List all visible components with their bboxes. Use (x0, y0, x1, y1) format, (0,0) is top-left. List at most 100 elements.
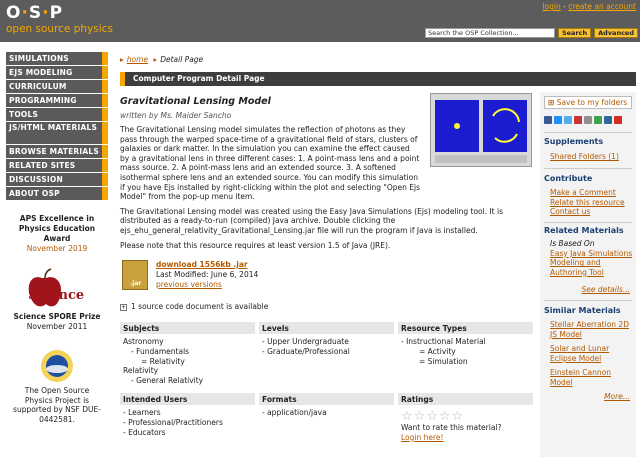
download-link[interactable]: download 1556kb .jar (156, 260, 258, 270)
search-input[interactable] (424, 28, 555, 38)
login-link[interactable]: login (542, 2, 560, 11)
nav-discussion[interactable]: DISCUSSION (6, 173, 108, 186)
more-similar-link[interactable]: More... (604, 392, 630, 401)
share-icons (544, 116, 622, 124)
resource-title: Gravitational Lensing Model (120, 96, 271, 107)
java-requirement-note: Please note that this resource requires … (120, 240, 391, 250)
format-item: - application/java (262, 407, 327, 417)
breadcrumb-current: Detail Page (160, 55, 204, 64)
nsf-support: The Open Source Physics Project is suppo… (6, 348, 108, 424)
search-bar: Search Advanced (424, 28, 638, 38)
similar-material-link[interactable]: Einstein Cannon Model (550, 368, 634, 387)
make-comment-link[interactable]: Make a Comment (550, 188, 634, 198)
supplements-list: Shared Folders (1) (550, 152, 634, 162)
user-item: - Learners (123, 407, 161, 417)
metadata-grid: Subjects Astronomy - Fundamentals = Rela… (120, 322, 534, 446)
nav-related-sites[interactable]: RELATED SITES (6, 159, 108, 172)
nav-ejs-modeling[interactable]: EJS MODELING (6, 66, 108, 79)
subjects-list: Astronomy - Fundamentals = Relativity Re… (120, 334, 255, 389)
breadcrumb-home[interactable]: home (127, 55, 148, 64)
nav-simulations[interactable]: SIMULATIONS (6, 52, 108, 65)
advanced-search-button[interactable]: Advanced (594, 28, 638, 38)
share-icon[interactable] (584, 116, 592, 124)
resource-type-item: = Simulation (419, 356, 468, 366)
subject-item: Relativity (123, 366, 159, 376)
share-icon[interactable] (554, 116, 562, 124)
resource-details: Gravitational Lensing Model written by M… (120, 92, 538, 250)
previous-versions-link[interactable]: previous versions (156, 280, 258, 290)
last-modified: Last Modified: June 6, 2014 (156, 270, 259, 279)
nsf-logo-icon (41, 350, 73, 382)
star-icon[interactable]: ☆ (452, 410, 464, 423)
intended-users-header: Intended Users (120, 392, 255, 405)
nav-programming[interactable]: PROGRAMMING (6, 94, 108, 107)
share-icon[interactable] (604, 116, 612, 124)
subject-item: Astronomy (123, 337, 164, 346)
description-paragraph-2: The Gravitational Lensing model was crea… (120, 206, 503, 235)
see-details-link[interactable]: See details... (581, 285, 630, 294)
jar-file-icon[interactable]: .jar (122, 260, 148, 290)
similar-materials-heading: Similar Materials (544, 306, 621, 315)
resource-types-list: - Instructional Material = Activity = Si… (398, 334, 533, 369)
level-item: - Graduate/Professional (262, 346, 350, 356)
similar-material-link[interactable]: Stellar Aberration 2D JS Model (550, 320, 634, 339)
resource-types-header: Resource Types (398, 322, 533, 334)
rate-question: Want to rate this material? (401, 422, 502, 432)
left-navigation: SIMULATIONS EJS MODELING CURRICULUM PROG… (6, 52, 108, 424)
site-header: O·S·P open source physics login - create… (0, 0, 640, 42)
apple-icon (28, 268, 62, 307)
breadcrumb-arrow-icon: ▸ (153, 55, 158, 64)
search-button[interactable]: Search (557, 28, 592, 38)
level-item: - Upper Undergraduate (262, 337, 349, 346)
related-materials-heading: Related Materials (544, 226, 624, 235)
expand-plus-icon[interactable]: + (120, 303, 127, 311)
ratings-header: Ratings (398, 392, 533, 405)
nav-js-html-materials[interactable]: JS/HTML MATERIALS (6, 122, 108, 144)
create-account-link[interactable]: create an account (568, 2, 636, 11)
star-icon[interactable]: ☆ (426, 410, 438, 423)
save-to-folders-button[interactable]: ⊞ Save to my folders (544, 96, 632, 109)
account-links: login - create an account (542, 2, 636, 11)
logo-letters: O·S·P (6, 3, 64, 23)
levels-list: - Upper Undergraduate - Graduate/Profess… (259, 334, 394, 360)
star-icon[interactable]: ☆ (439, 410, 451, 423)
source-code-toggle[interactable]: +1 source code document is available (120, 302, 268, 311)
shared-folders-link[interactable]: Shared Folders (1) (550, 152, 634, 162)
nav-about-osp[interactable]: ABOUT OSP (6, 187, 108, 200)
share-icon[interactable] (594, 116, 602, 124)
aps-award-title: APS Excellence in Physics Education Awar… (18, 214, 96, 243)
source-code-text: 1 source code document is available (131, 302, 269, 311)
similar-material-link[interactable]: Solar and Lunar Eclipse Model (550, 344, 634, 363)
nav-tools[interactable]: TOOLS (6, 108, 108, 121)
login-to-rate-link[interactable]: Login here! (401, 433, 530, 443)
subjects-header: Subjects (120, 322, 255, 334)
contribute-heading: Contribute (544, 174, 593, 183)
star-rating[interactable]: ☆ ☆ ☆ ☆ ☆ (401, 410, 530, 423)
star-icon[interactable]: ☆ (401, 410, 413, 423)
right-sidebar: ⊞ Save to my folders Supplements Shared … (540, 92, 636, 457)
nav-curriculum[interactable]: CURRICULUM (6, 80, 108, 93)
relate-resource-link[interactable]: Relate this resource (550, 198, 634, 208)
nav-browse-materials[interactable]: BROWSE MATERIALS (6, 145, 108, 158)
aps-award-date[interactable]: November 2019 (6, 244, 108, 253)
ejs-tool-link[interactable]: Easy Java Simulations Modeling and Autho… (550, 249, 634, 278)
share-icon[interactable] (614, 116, 622, 124)
logo-subtitle: open source physics (6, 23, 113, 35)
share-icon[interactable] (574, 116, 582, 124)
levels-header: Levels (259, 322, 394, 334)
formats-header: Formats (259, 392, 394, 405)
related-materials-list: Is Based On Easy Java Simulations Modeli… (550, 239, 634, 277)
star-icon[interactable]: ☆ (414, 410, 426, 423)
contact-us-link[interactable]: Contact us (550, 207, 634, 217)
share-icon[interactable] (544, 116, 552, 124)
breadcrumb: ▸ home ▸ Detail Page (120, 55, 203, 64)
subject-item: = Relativity (141, 356, 185, 366)
nsf-support-text: The Open Source Physics Project is suppo… (13, 386, 101, 424)
formats-list: - application/java (259, 405, 394, 421)
science-prize-title: Science SPORE Prize (13, 312, 101, 321)
osp-logo[interactable]: O·S·P open source physics (6, 3, 156, 39)
page-title: Computer Program Detail Page (120, 72, 636, 86)
user-item: - Professional/Practitioners (123, 417, 223, 427)
share-icon[interactable] (564, 116, 572, 124)
science-logo-text: Science (28, 288, 85, 303)
